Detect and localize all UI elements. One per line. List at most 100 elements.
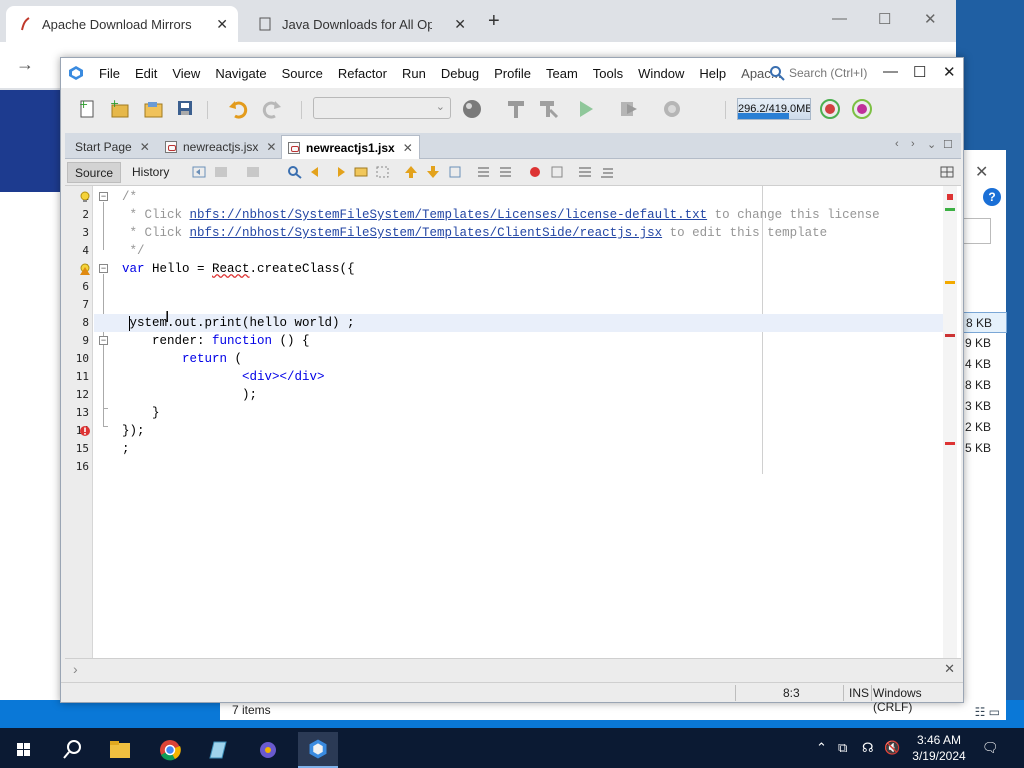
menu-help[interactable]: Help <box>699 66 726 81</box>
menu-tools[interactable]: Tools <box>593 66 623 81</box>
template-link[interactable]: nbfs://nbhost/SystemFileSystem/Templates… <box>190 208 708 222</box>
close-icon[interactable]: ✕ <box>266 140 276 154</box>
browser-tab-apache[interactable]: Apache Download Mirrors ✕ <box>6 6 238 42</box>
menu-team[interactable]: Team <box>546 66 578 81</box>
tab-list-chevron-icon[interactable]: ⌄ <box>927 138 936 151</box>
system-clock[interactable]: 3:46 AM 3/19/2024 <box>904 732 974 764</box>
line-ending[interactable]: Windows (CRLF) <box>873 686 963 714</box>
close-icon[interactable]: ✕ <box>216 16 228 33</box>
open-project-icon[interactable] <box>143 98 165 120</box>
help-icon[interactable]: ? <box>983 188 1001 206</box>
template-link[interactable]: nbfs://nbhost/SystemFileSystem/Templates… <box>190 226 663 240</box>
build-hammer-icon[interactable] <box>505 98 527 120</box>
debug-icon[interactable] <box>617 98 639 120</box>
file-size[interactable]: 8 KB <box>961 312 1007 333</box>
close-icon[interactable]: ✕ <box>140 140 150 154</box>
comment-icon[interactable] <box>577 165 593 179</box>
forward-arrow-icon[interactable]: → <box>16 54 34 75</box>
source-view-button[interactable]: Source <box>67 162 122 183</box>
close-icon[interactable]: ✕ <box>403 141 413 155</box>
maximize-icon[interactable]: ☐ <box>913 63 926 81</box>
menu-file[interactable]: File <box>99 66 120 81</box>
tab-start-page[interactable]: Start Page ✕ <box>69 135 156 159</box>
close-icon[interactable]: ✕ <box>944 661 955 677</box>
menu-view[interactable]: View <box>172 66 200 81</box>
find-previous-icon[interactable] <box>309 165 325 179</box>
error-marker[interactable] <box>945 334 955 337</box>
volume-muted-icon[interactable]: 🔇 <box>884 740 900 756</box>
netbeans-taskbar-icon[interactable] <box>298 732 338 768</box>
file-explorer-icon[interactable] <box>100 732 140 768</box>
expand-panel-icon[interactable]: › <box>73 661 78 677</box>
close-window-icon[interactable]: ✕ <box>924 10 937 28</box>
profile-icon[interactable] <box>661 98 683 120</box>
uncomment-icon[interactable] <box>599 165 615 179</box>
minimize-icon[interactable]: — <box>883 63 898 80</box>
chrome-icon[interactable] <box>150 732 190 768</box>
memory-indicator[interactable]: 296.2/419.0MB <box>737 98 811 120</box>
maximize-editor-icon[interactable]: ☐ <box>943 138 953 151</box>
configuration-dropdown[interactable]: ⌄ <box>313 97 451 119</box>
find-next-icon[interactable] <box>331 165 347 179</box>
error-summary-marker[interactable] <box>947 194 953 200</box>
file-size[interactable]: 9 KB <box>961 333 1007 354</box>
stop-macro-icon[interactable] <box>549 165 565 179</box>
search-icon[interactable] <box>52 732 92 768</box>
gc-icon[interactable] <box>819 98 841 120</box>
menu-navigate[interactable]: Navigate <box>215 66 266 81</box>
scroll-tabs-left-icon[interactable]: ‹ <box>895 138 899 150</box>
close-icon[interactable]: ✕ <box>975 162 988 182</box>
search-input[interactable]: Search (Ctrl+I) <box>789 66 867 80</box>
tab-newreactjs1[interactable]: newreactjs1.jsx ✕ <box>281 135 420 159</box>
warning-marker[interactable] <box>945 281 955 284</box>
shift-right-icon[interactable] <box>497 165 513 179</box>
close-window-icon[interactable]: ✕ <box>943 63 956 81</box>
error-marker[interactable] <box>945 442 955 445</box>
new-file-icon[interactable]: + <box>77 98 99 120</box>
file-size[interactable]: 8 KB <box>961 375 1007 396</box>
tab-newreactjs[interactable]: newreactjs.jsx ✕ <box>159 135 282 159</box>
settings-gear-icon[interactable] <box>248 732 288 768</box>
menu-window[interactable]: Window <box>638 66 684 81</box>
windows-start-icon[interactable] <box>4 732 44 768</box>
close-icon[interactable]: ✕ <box>454 16 466 33</box>
change-marker[interactable] <box>945 208 955 211</box>
browser-tab-java[interactable]: Java Downloads for All Operati ✕ <box>244 6 476 42</box>
history-view-button[interactable]: History <box>125 162 176 183</box>
file-size[interactable]: 2 KB <box>961 417 1007 438</box>
file-size[interactable]: 3 KB <box>961 396 1007 417</box>
network-icon[interactable]: ⧉ <box>838 740 847 756</box>
find-selection-icon[interactable] <box>353 165 369 179</box>
maximize-icon[interactable]: ☐ <box>878 10 891 28</box>
next-bookmark-icon[interactable] <box>425 165 441 179</box>
fold-toggle-icon[interactable]: − <box>99 192 108 201</box>
menu-profile[interactable]: Profile <box>494 66 531 81</box>
toggle-highlight-icon[interactable] <box>375 165 391 179</box>
menu-run[interactable]: Run <box>402 66 426 81</box>
menu-source[interactable]: Source <box>282 66 323 81</box>
forward-icon[interactable] <box>245 165 261 179</box>
split-editor-icon[interactable] <box>939 165 955 179</box>
previous-bookmark-icon[interactable] <box>403 165 419 179</box>
minimize-icon[interactable]: — <box>832 10 847 27</box>
new-project-icon[interactable]: + <box>109 98 131 120</box>
notepad-icon[interactable] <box>198 732 238 768</box>
clean-build-icon[interactable] <box>537 98 559 120</box>
view-toggle-icon[interactable]: ☷ ▭ <box>975 702 1000 722</box>
show-hidden-icons-chevron-icon[interactable]: ⌃ <box>816 740 827 756</box>
back-icon[interactable] <box>213 165 229 179</box>
code-editor[interactable]: 1 2 3 4 5 6 7 8 9 10 11 12 13 14 15 16 −… <box>65 186 961 658</box>
scroll-tabs-right-icon[interactable]: › <box>911 138 915 150</box>
fold-toggle-icon[interactable]: − <box>99 264 108 273</box>
shift-left-icon[interactable] <box>475 165 491 179</box>
undo-icon[interactable] <box>227 98 249 120</box>
toggle-bookmark-icon[interactable] <box>447 165 463 179</box>
hint-bulb-icon[interactable] <box>79 191 91 203</box>
last-edit-icon[interactable] <box>191 165 207 179</box>
file-size[interactable]: 4 KB <box>961 354 1007 375</box>
code-text[interactable]: /* * Click nbfs://nbhost/SystemFileSyste… <box>94 188 952 476</box>
wifi-icon[interactable]: ☊ <box>862 740 874 756</box>
error-icon[interactable] <box>79 425 91 437</box>
find-icon[interactable] <box>287 165 303 179</box>
caret-position[interactable]: 8:3 <box>783 686 800 700</box>
